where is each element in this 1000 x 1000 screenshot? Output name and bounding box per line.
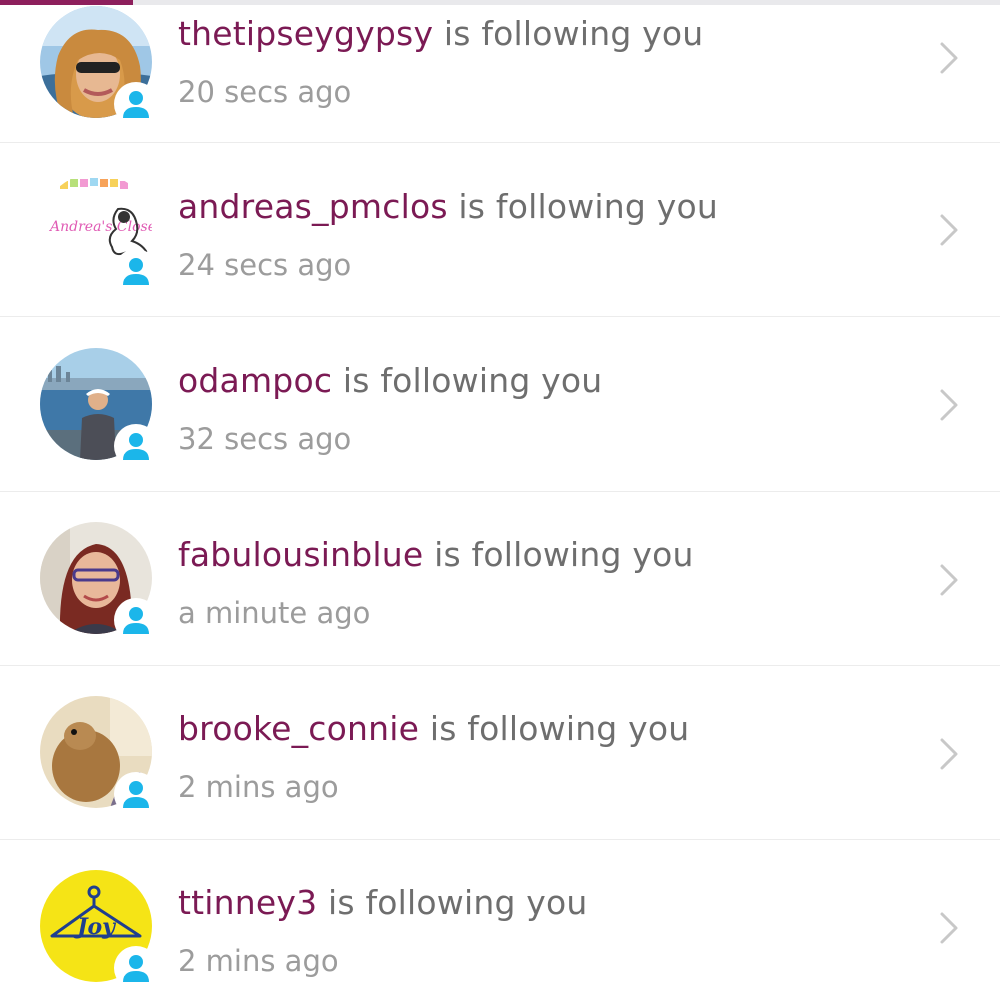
person-icon: [123, 781, 149, 808]
avatar[interactable]: [40, 348, 158, 468]
timestamp: 24 secs ago: [178, 248, 352, 282]
notification-list: thetipseygypsy is following you 20 secs …: [0, 0, 1000, 1000]
person-icon: [123, 91, 149, 118]
timestamp: 20 secs ago: [178, 75, 352, 109]
notification-row[interactable]: Joy ttinney3 is following you 2 mins ago: [0, 840, 1000, 1000]
notification-message: ttinney3 is following you: [178, 883, 880, 923]
timestamp: 32 secs ago: [178, 422, 352, 456]
timestamp: 2 mins ago: [178, 770, 339, 804]
person-icon: [123, 607, 149, 634]
follow-badge: [114, 772, 158, 816]
action-text: is following you: [423, 535, 694, 574]
chevron-right-icon[interactable]: [938, 40, 960, 76]
action-text: is following you: [447, 187, 718, 226]
timestamp: 2 mins ago: [178, 944, 339, 978]
notification-text: thetipseygypsy is following you 20 secs …: [178, 14, 880, 110]
follow-badge: [114, 946, 158, 990]
notification-message: fabulousinblue is following you: [178, 535, 880, 575]
username-link[interactable]: ttinney3: [178, 883, 317, 922]
avatar[interactable]: Andrea's Closet: [40, 173, 158, 293]
notification-message: brooke_connie is following you: [178, 709, 880, 749]
chevron-right-icon[interactable]: [938, 562, 960, 598]
notification-text: brooke_connie is following you 2 mins ag…: [178, 709, 880, 805]
notification-text: odampoc is following you 32 secs ago: [178, 361, 880, 457]
notification-row[interactable]: fabulousinblue is following you a minute…: [0, 492, 1000, 666]
follow-badge: [114, 82, 158, 126]
action-text: is following you: [433, 14, 704, 53]
notification-message: odampoc is following you: [178, 361, 880, 401]
chevron-right-icon[interactable]: [938, 736, 960, 772]
notification-row[interactable]: thetipseygypsy is following you 20 secs …: [0, 0, 1000, 143]
action-text: is following you: [317, 883, 588, 922]
chevron-right-icon[interactable]: [938, 212, 960, 248]
person-icon: [123, 258, 149, 285]
person-icon: [123, 955, 149, 982]
notification-row[interactable]: Andrea's Closet andreas_pmclos is follow…: [0, 143, 1000, 317]
username-link[interactable]: fabulousinblue: [178, 535, 423, 574]
notifications-page: thetipseygypsy is following you 20 secs …: [0, 0, 1000, 1000]
username-link[interactable]: brooke_connie: [178, 709, 419, 748]
notification-message: andreas_pmclos is following you: [178, 187, 880, 227]
follow-badge: [114, 249, 158, 293]
notification-text: andreas_pmclos is following you 24 secs …: [178, 187, 880, 283]
chevron-right-icon[interactable]: [938, 910, 960, 946]
action-text: is following you: [419, 709, 690, 748]
chevron-right-icon[interactable]: [938, 387, 960, 423]
avatar[interactable]: [40, 522, 158, 642]
username-link[interactable]: andreas_pmclos: [178, 187, 448, 226]
joy-logo-text: Joy: [73, 914, 117, 940]
notification-message: thetipseygypsy is following you: [178, 14, 880, 54]
follow-badge: [114, 424, 158, 468]
username-link[interactable]: odampoc: [178, 361, 332, 400]
notification-text: ttinney3 is following you 2 mins ago: [178, 883, 880, 979]
notification-row[interactable]: odampoc is following you 32 secs ago: [0, 317, 1000, 492]
follow-badge: [114, 598, 158, 642]
person-icon: [123, 433, 149, 460]
username-link[interactable]: thetipseygypsy: [178, 14, 433, 53]
notification-row[interactable]: brooke_connie is following you 2 mins ag…: [0, 666, 1000, 840]
avatar[interactable]: [40, 696, 158, 816]
timestamp: a minute ago: [178, 596, 371, 630]
action-text: is following you: [332, 361, 603, 400]
notification-text: fabulousinblue is following you a minute…: [178, 535, 880, 631]
avatar[interactable]: Joy: [40, 870, 158, 990]
avatar[interactable]: [40, 6, 158, 126]
